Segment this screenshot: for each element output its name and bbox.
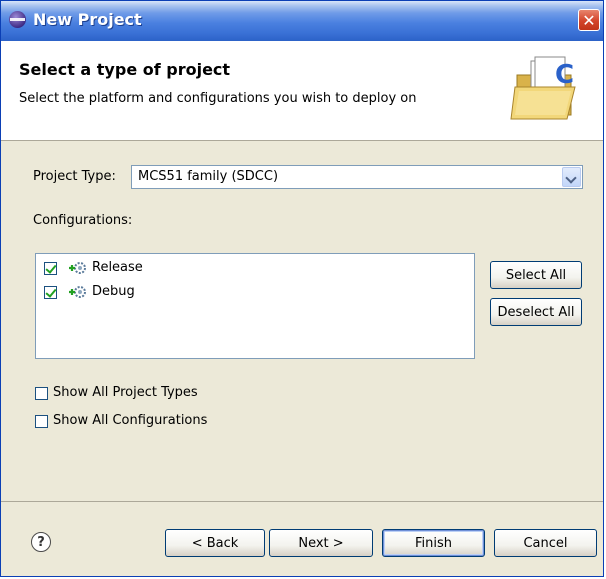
- configurations-list[interactable]: Release Debug: [35, 253, 475, 359]
- debug-checkbox[interactable]: [44, 286, 57, 299]
- button-bar: ? < Back Next > Finish Cancel: [1, 501, 603, 576]
- page-title: Select a type of project: [19, 60, 231, 79]
- wizard-header: Select a type of project Select the plat…: [1, 41, 603, 141]
- configuration-icon: [69, 286, 86, 298]
- show-all-project-types-checkbox[interactable]: [35, 387, 48, 400]
- back-button[interactable]: < Back: [165, 529, 265, 557]
- svg-text:C: C: [555, 60, 574, 90]
- show-all-configurations-checkbox[interactable]: [35, 415, 48, 428]
- config-label-release: Release: [92, 260, 143, 275]
- project-type-select[interactable]: MCS51 family (SDCC): [131, 165, 583, 189]
- show-all-configurations-label: Show All Configurations: [53, 413, 208, 428]
- new-project-dialog: New Project ✕ Select a type of project S…: [0, 0, 604, 577]
- deselect-all-button[interactable]: Deselect All: [490, 298, 582, 326]
- configuration-icon: [69, 262, 86, 274]
- close-button[interactable]: ✕: [578, 9, 600, 31]
- window-title: New Project: [33, 10, 142, 29]
- folder-c-icon: C: [510, 56, 576, 120]
- title-bar[interactable]: New Project ✕: [1, 1, 603, 41]
- help-icon[interactable]: ?: [31, 532, 51, 552]
- project-type-label: Project Type:: [33, 169, 116, 184]
- finish-button[interactable]: Finish: [382, 529, 485, 557]
- show-all-project-types-label: Show All Project Types: [53, 385, 198, 400]
- wizard-page-body: Project Type: MCS51 family (SDCC) Config…: [1, 141, 603, 501]
- page-description: Select the platform and configurations y…: [19, 91, 417, 106]
- eclipse-icon: [9, 11, 26, 28]
- config-label-debug: Debug: [92, 284, 135, 299]
- chevron-down-icon[interactable]: [562, 167, 581, 187]
- next-button[interactable]: Next >: [269, 529, 373, 557]
- cancel-button[interactable]: Cancel: [494, 529, 597, 557]
- release-checkbox[interactable]: [44, 262, 57, 275]
- project-type-value: MCS51 family (SDCC): [138, 169, 279, 184]
- select-all-button[interactable]: Select All: [490, 261, 582, 289]
- configurations-label: Configurations:: [33, 213, 133, 228]
